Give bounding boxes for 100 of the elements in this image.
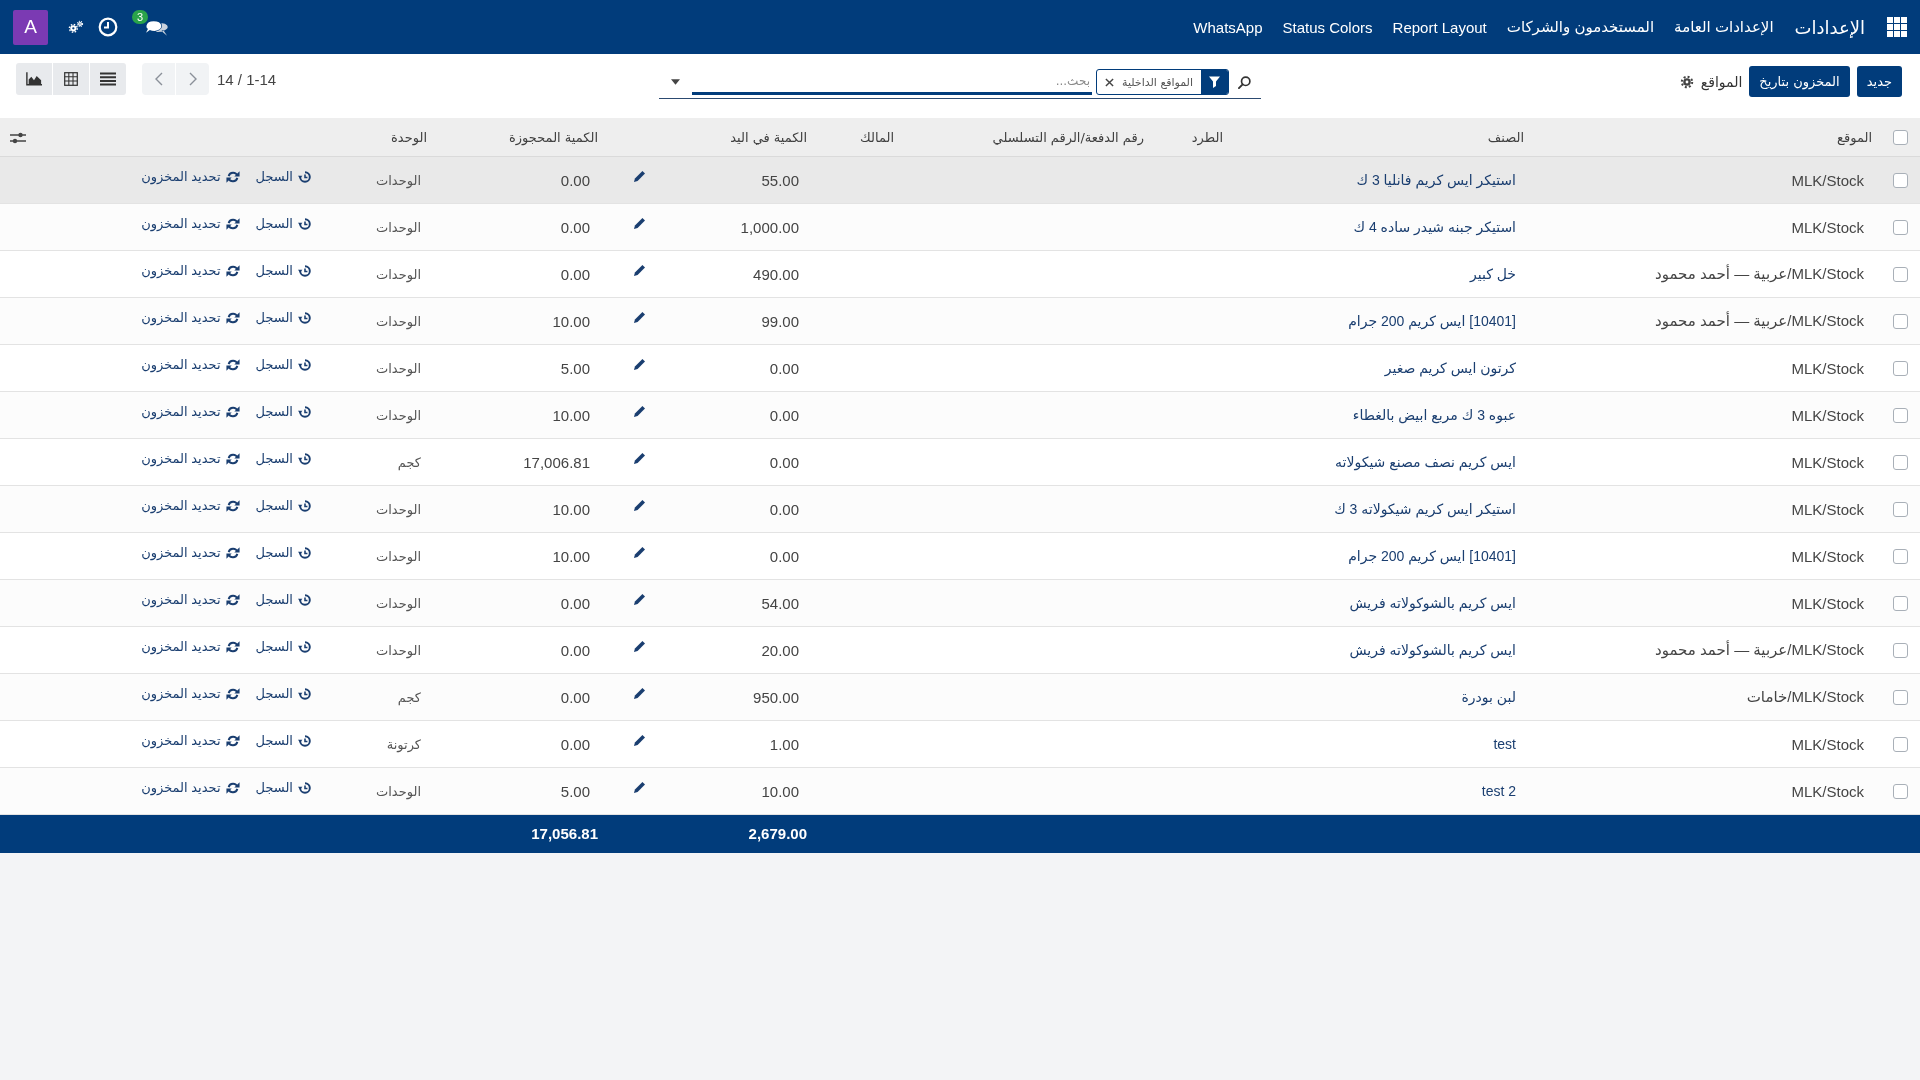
graph-view-button[interactable] xyxy=(16,63,52,95)
column-header[interactable]: الوحدة xyxy=(330,118,435,157)
history-button[interactable]: السجل xyxy=(255,169,312,185)
search-icon[interactable] xyxy=(1238,75,1251,89)
update-stock-button[interactable]: تحديد المخزون xyxy=(141,216,240,232)
caret-icon[interactable] xyxy=(671,79,680,85)
history-button[interactable]: السجل xyxy=(255,780,312,796)
gears-icon[interactable] xyxy=(68,20,84,34)
update-stock-button[interactable]: تحديد المخزون xyxy=(141,357,240,373)
sliders-icon[interactable] xyxy=(10,132,26,144)
update-stock-button[interactable]: تحديد المخزون xyxy=(141,451,240,467)
row-checkbox[interactable] xyxy=(1892,220,1908,236)
product-cell: لبن بودرة xyxy=(1231,673,1532,721)
pencil-icon[interactable] xyxy=(632,310,646,324)
update-stock-button[interactable]: تحديد المخزون xyxy=(141,733,240,749)
pivot-view-button[interactable] xyxy=(53,63,89,95)
pencil-icon[interactable] xyxy=(632,216,646,230)
update-stock-button[interactable]: تحديد المخزون xyxy=(141,404,240,420)
close-icon[interactable] xyxy=(1105,77,1114,87)
row-checkbox[interactable] xyxy=(1892,314,1908,330)
unit-cell: كجم xyxy=(330,673,435,721)
row-checkbox[interactable] xyxy=(1892,596,1908,612)
user-avatar[interactable]: A xyxy=(13,9,48,45)
pencil-icon[interactable] xyxy=(632,545,646,559)
update-stock-button[interactable]: تحديد المخزون xyxy=(141,263,240,279)
history-button[interactable]: السجل xyxy=(255,686,312,702)
history-button[interactable]: السجل xyxy=(255,592,312,608)
history-button[interactable]: السجل xyxy=(255,545,312,561)
update-stock-button[interactable]: تحديد المخزون xyxy=(141,498,240,514)
list-view-button[interactable] xyxy=(90,63,126,95)
apps-menu-icon[interactable] xyxy=(1887,17,1907,37)
history-button[interactable]: السجل xyxy=(255,639,312,655)
pencil-icon[interactable] xyxy=(632,686,646,700)
update-stock-button[interactable]: تحديد المخزون xyxy=(141,686,240,702)
menu-item[interactable]: الإعدادات العامة xyxy=(1664,12,1784,42)
pencil-icon[interactable] xyxy=(632,733,646,747)
refresh-icon xyxy=(225,263,240,278)
clock-icon[interactable] xyxy=(98,17,118,37)
unit-cell: الوحدات xyxy=(330,767,435,815)
update-stock-button[interactable]: تحديد المخزون xyxy=(141,545,240,561)
update-stock-button[interactable]: تحديد المخزون xyxy=(141,780,240,796)
history-icon xyxy=(298,592,312,607)
app-title[interactable]: الإعدادات xyxy=(1794,12,1865,42)
history-button[interactable]: السجل xyxy=(255,451,312,467)
history-button[interactable]: السجل xyxy=(255,498,312,514)
pencil-icon[interactable] xyxy=(632,263,646,277)
pencil-icon[interactable] xyxy=(632,451,646,465)
pencil-icon[interactable] xyxy=(632,404,646,418)
history-button[interactable]: السجل xyxy=(255,216,312,232)
product-cell: ايس كريم بالشوكولاته فريش xyxy=(1231,579,1532,627)
pencil-icon[interactable] xyxy=(632,592,646,606)
update-stock-button[interactable]: تحديد المخزون xyxy=(141,639,240,655)
column-header[interactable]: رقم الدفعة/الرقم التسلسلي xyxy=(902,118,1152,157)
row-checkbox[interactable] xyxy=(1892,267,1908,283)
location-cell: MLK/Stock xyxy=(1532,767,1880,815)
row-checkbox[interactable] xyxy=(1892,502,1908,518)
update-stock-button[interactable]: تحديد المخزون xyxy=(141,169,240,185)
pencil-icon[interactable] xyxy=(632,498,646,512)
history-button[interactable]: السجل xyxy=(255,310,312,326)
row-checkbox[interactable] xyxy=(1892,549,1908,565)
update-stock-button[interactable]: تحديد المخزون xyxy=(141,310,240,326)
row-checkbox[interactable] xyxy=(1892,173,1908,189)
search-input[interactable]: بحث... xyxy=(692,69,1092,95)
page-title: المواقع xyxy=(1700,73,1743,90)
pencil-icon[interactable] xyxy=(632,639,646,653)
column-header[interactable]: الكمية في اليد xyxy=(672,118,815,157)
menu-item[interactable]: المستخدمون والشركات xyxy=(1496,12,1665,42)
menu-item[interactable]: Status Colors xyxy=(1272,12,1383,42)
quantity-cell: 54.00 xyxy=(672,579,815,627)
pencil-icon[interactable] xyxy=(632,780,646,794)
select-all-checkbox[interactable] xyxy=(1892,130,1908,145)
history-button[interactable]: السجل xyxy=(255,404,312,420)
row-checkbox[interactable] xyxy=(1892,455,1908,471)
column-header[interactable]: الكمية المحجوزة xyxy=(435,118,606,157)
primary-button[interactable]: جديد xyxy=(1856,66,1902,97)
pencil-icon[interactable] xyxy=(632,169,646,183)
row-checkbox[interactable] xyxy=(1892,690,1908,706)
update-stock-button[interactable]: تحديد المخزون xyxy=(141,592,240,608)
settings-icon[interactable] xyxy=(1679,74,1694,89)
row-checkbox[interactable] xyxy=(1892,408,1908,424)
row-checkbox[interactable] xyxy=(1892,737,1908,753)
pencil-icon[interactable] xyxy=(632,357,646,371)
primary-button[interactable]: المخزون بتاريخ xyxy=(1749,66,1850,97)
row-checkbox[interactable] xyxy=(1892,784,1908,800)
history-button[interactable]: السجل xyxy=(255,733,312,749)
column-header[interactable]: المالك xyxy=(815,118,902,157)
quantity-cell: 0.00 xyxy=(435,156,606,204)
chat-icon[interactable] xyxy=(146,19,169,37)
column-header[interactable]: الصنف xyxy=(1231,118,1532,157)
history-button[interactable]: السجل xyxy=(255,263,312,279)
refresh-icon xyxy=(225,404,240,419)
row-checkbox[interactable] xyxy=(1892,643,1908,659)
product-cell: استيكر جبنه شيدر ساده 4 ك xyxy=(1231,203,1532,251)
column-header[interactable]: الموقع xyxy=(1532,118,1880,157)
column-header[interactable]: الطرد xyxy=(1152,118,1231,157)
menu-item[interactable]: WhatsApp xyxy=(1183,12,1273,42)
row-checkbox[interactable] xyxy=(1892,361,1908,377)
menu-item[interactable]: Report Layout xyxy=(1382,12,1497,42)
history-button[interactable]: السجل xyxy=(255,357,312,373)
pager-value[interactable]: 14 / 1-14 xyxy=(217,70,277,88)
